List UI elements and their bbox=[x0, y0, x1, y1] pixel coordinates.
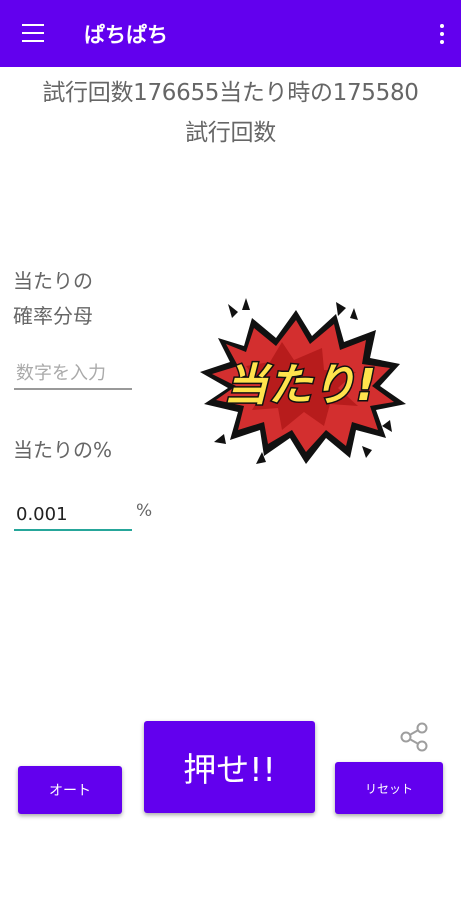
percent-input[interactable] bbox=[14, 499, 132, 531]
trial-count-line-2: 試行回数 bbox=[185, 120, 276, 146]
more-vert-icon[interactable] bbox=[437, 24, 447, 44]
denominator-input[interactable] bbox=[14, 358, 132, 390]
denominator-label: 当たりの 確率分母 bbox=[13, 264, 93, 334]
denominator-label-line1: 当たりの bbox=[13, 269, 93, 293]
explosion-burst-icon: 当たり! bbox=[200, 298, 406, 464]
app-screen: ぱちぱち 試行回数176655当たり時の175580 試行回数 当たりの 確率分… bbox=[0, 0, 461, 900]
trial-count-line: 試行回数176655当たり時の175580 bbox=[42, 80, 419, 106]
push-button[interactable]: 押せ!! bbox=[144, 721, 315, 813]
percent-sign: % bbox=[136, 501, 153, 521]
reset-button[interactable]: リセット bbox=[335, 762, 443, 814]
app-bar: ぱちぱち bbox=[0, 0, 461, 67]
app-title: ぱちぱち bbox=[84, 23, 168, 47]
hit-text: 当たり! bbox=[224, 360, 376, 411]
auto-button[interactable]: オート bbox=[18, 766, 122, 814]
share-icon[interactable] bbox=[398, 721, 430, 753]
percent-label: 当たりの% bbox=[13, 438, 113, 462]
denominator-label-line2: 確率分母 bbox=[13, 304, 93, 328]
hamburger-menu-icon[interactable] bbox=[22, 24, 44, 42]
